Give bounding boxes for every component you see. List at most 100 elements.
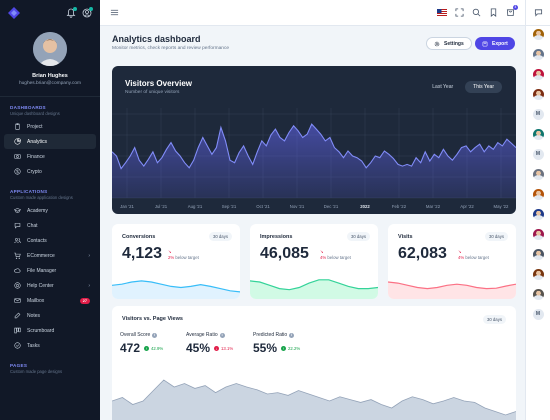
sidebar-item-label: Crypto (27, 168, 42, 175)
bookmark-icon[interactable] (489, 8, 498, 17)
tab-last-year[interactable]: Last Year (424, 81, 461, 93)
academic-cap-icon (14, 208, 21, 213)
vpv-title: Visitors vs. Page Views (122, 316, 183, 322)
sidebar-item-label: File Manager (27, 267, 57, 274)
pencil-icon (14, 312, 21, 319)
nav-group-title: PAGES (10, 363, 28, 368)
contact-initial-avatar[interactable]: M (532, 149, 544, 160)
arrow-down-icon: ↓ (214, 345, 220, 351)
fullscreen-icon[interactable] (455, 8, 464, 17)
currency-icon (14, 168, 21, 175)
period-chip[interactable]: 30 days (346, 232, 370, 241)
bell-icon[interactable] (66, 7, 77, 18)
stat-change: ↑ 42.9% (144, 345, 163, 351)
sidebar-item-help-center[interactable]: Help Center › (4, 278, 96, 293)
sidebar-item-file-manager[interactable]: File Manager (4, 263, 96, 278)
tab-this-year[interactable]: This Year (465, 81, 502, 93)
stat-change-value: 13.1% (221, 345, 234, 351)
x-tick-label: Dec '21 (324, 204, 339, 209)
users-icon (14, 238, 21, 244)
search-icon[interactable] (472, 8, 481, 17)
sidebar-item-crypto[interactable]: Crypto (4, 164, 96, 179)
contact-avatar[interactable] (532, 209, 544, 220)
sidebar-item-academy[interactable]: Academy (4, 203, 96, 218)
sidebar-item-label: Tasks (27, 342, 40, 349)
visitors-title: Visitors Overview (125, 79, 192, 88)
sidebar-item-finance[interactable]: Finance (4, 149, 96, 164)
quick-chat-rail: M M M (525, 0, 550, 420)
stat-value: 472 (120, 341, 141, 355)
sidebar-item-contacts[interactable]: Contacts (4, 233, 96, 248)
contact-avatar[interactable] (532, 249, 544, 260)
us-flag-icon[interactable] (437, 9, 447, 16)
sidebar-item-label: Mailbox (27, 297, 45, 304)
delta-text: 4% below target (320, 255, 351, 261)
contact-avatar[interactable] (532, 69, 544, 80)
contact-avatar[interactable] (532, 129, 544, 140)
settings-button[interactable]: Settings (426, 37, 472, 50)
logo-icon[interactable] (8, 7, 20, 19)
stat-label: Predicted Ratio i (253, 332, 300, 338)
vpv-period-chip[interactable]: 30 days (482, 315, 506, 324)
contact-avatar[interactable] (532, 269, 544, 280)
info-icon[interactable]: i (219, 332, 225, 338)
metric-card-conversions: Conversions 30 days 4,123 ↘ 2% below target (112, 224, 240, 299)
sidebar-item-notes[interactable]: Notes (4, 308, 96, 323)
delta-note: below target (175, 255, 199, 260)
sidebar-item-tasks[interactable]: Tasks (4, 338, 96, 353)
x-tick-label: Aug '21 (188, 204, 203, 209)
cart-icon (14, 252, 21, 259)
contact-avatar[interactable] (532, 169, 544, 180)
stat-label: Average Ratio i (186, 332, 233, 338)
check-circle-icon (14, 342, 21, 349)
contact-initial-avatar[interactable]: M (532, 109, 544, 120)
cog-icon (434, 41, 440, 46)
contact-avatar[interactable] (532, 89, 544, 100)
arrow-up-icon: ↑ (281, 345, 287, 351)
contact-avatar[interactable] (532, 229, 544, 240)
topbar: 4 (100, 0, 525, 26)
sidebar-item-project[interactable]: Project (4, 119, 96, 134)
sidebar-item-label: Help Center (27, 282, 54, 289)
sidebar-item-mailbox[interactable]: Mailbox 27 (4, 293, 96, 308)
stat-label-text: Average Ratio (186, 332, 218, 338)
stat-label: Overall Score i (120, 332, 163, 338)
sidebar-item-chat[interactable]: Chat (4, 218, 96, 233)
period-chip[interactable]: 30 days (208, 232, 232, 241)
sidebar-item-analytics[interactable]: Analytics (4, 134, 96, 149)
x-tick-label: Apr '22 (460, 204, 474, 209)
cart-icon[interactable]: 4 (506, 5, 518, 17)
contact-initial-avatar[interactable]: M (532, 309, 544, 320)
x-tick-label: Nov '21 (290, 204, 305, 209)
user-email: hughes.brian@company.com (18, 81, 82, 86)
visitors-vs-pageviews-card: Visitors vs. Page Views 30 days Overall … (112, 306, 516, 420)
sidebar-item-label: ECommerce (27, 252, 55, 259)
sidebar-item-label: Scrumboard (27, 327, 55, 334)
menu-icon[interactable] (110, 8, 119, 17)
card-title: Impressions (260, 234, 293, 240)
sidebar-nav: DASHBOARDS Unique dashboard designs Projec… (0, 105, 100, 374)
sidebar-item-scrumboard[interactable]: Scrumboard (4, 323, 96, 338)
contact-avatar[interactable] (532, 189, 544, 200)
info-icon[interactable]: i (289, 332, 295, 338)
arrow-up-icon: ↑ (144, 345, 150, 351)
sidebar-item-label: Academy (27, 207, 48, 214)
contact-avatar[interactable] (532, 49, 544, 60)
visitors-vs-pageviews-chart (112, 379, 516, 420)
settings-label: Settings (444, 40, 464, 47)
x-tick-label: Mar '22 (426, 204, 441, 209)
nav-group-subtitle: Custom made page designs (10, 369, 63, 374)
contact-avatar[interactable] (532, 29, 544, 40)
metric-card-impressions: Impressions 30 days 46,085 ↘ 4% below target (250, 224, 378, 299)
period-chip[interactable]: 30 days (484, 232, 508, 241)
cash-icon (14, 154, 21, 159)
sidebar-item-ecommerce[interactable]: ECommerce › (4, 248, 96, 263)
contact-avatar[interactable] (532, 289, 544, 300)
chat-icon[interactable] (534, 8, 543, 17)
export-button[interactable]: Export (475, 37, 515, 50)
user-circle-icon[interactable] (82, 7, 93, 18)
card-delta: ↘ 4% below target (320, 249, 351, 261)
sidebar-item-label: Finance (27, 153, 45, 160)
info-icon[interactable]: i (152, 332, 158, 338)
avatar[interactable] (33, 32, 67, 66)
